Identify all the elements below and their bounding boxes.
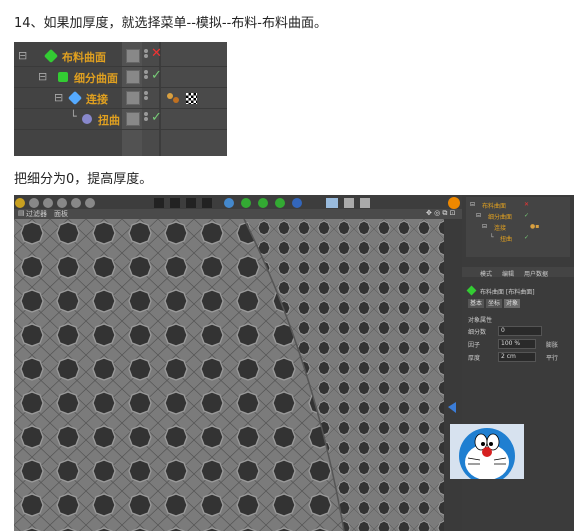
layer-tag-icon — [126, 70, 140, 84]
field-label-subdivisions: 细分数 — [468, 329, 487, 336]
mini-object-label: 连接 — [494, 225, 507, 232]
toolbar-icons[interactable] — [14, 196, 466, 210]
enabled-check-icon[interactable]: ✓ — [151, 68, 162, 83]
caption-text: 把细分为0，提高厚度。 — [14, 172, 153, 187]
mini-object-manager[interactable]: ⊟ 布料曲面 ⊟ 细分曲面 ⊟ 连接 └ 扭曲 ✕ ✓ ●▪ ✓ — [466, 197, 570, 257]
object-title: 布料曲面 [布料曲面] — [480, 289, 535, 296]
mini-object-label: 扭曲 — [500, 236, 513, 243]
cinema4d-screenshot: ▤ 过滤器 面板 ✥ ◎ ⧉ ⊡ ⊟ 布料曲面 ⊟ 细分曲面 ⊟ 连接 └ 扭曲… — [14, 195, 574, 531]
field-label-thickness: 厚度 — [468, 355, 481, 362]
doraemon-icon — [450, 424, 524, 479]
visibility-dots-icon[interactable] — [144, 91, 148, 103]
subdivision-icon — [58, 72, 68, 82]
tree-expand-icon[interactable]: ⊟ — [38, 70, 47, 83]
3d-viewport[interactable] — [14, 219, 462, 531]
visibility-dots-icon[interactable] — [144, 49, 148, 61]
checker-tag-icon[interactable] — [186, 93, 197, 104]
enabled-check-icon[interactable]: ✓ — [151, 110, 162, 125]
menu-filter[interactable]: 过滤器 — [26, 209, 47, 219]
enabled-check-icon[interactable]: ✓ — [524, 234, 529, 241]
cloth-surface-icon — [43, 48, 59, 64]
cloth-surface-icon — [466, 285, 477, 296]
step-text: 14、如果加厚度，就选择菜单--模拟--布料-布料曲面。 — [14, 16, 327, 31]
right-panel: ⊟ 布料曲面 ⊟ 细分曲面 ⊟ 连接 └ 扭曲 ✕ ✓ ●▪ ✓ 模式 编辑 用… — [462, 195, 574, 531]
cloth-surface-render[interactable] — [14, 219, 462, 531]
disabled-x-icon[interactable]: ✕ — [524, 201, 529, 208]
material-balls-icon[interactable]: ●▪ — [530, 223, 539, 230]
object-label: 连接 — [86, 93, 108, 106]
layer-tag-icon — [126, 91, 140, 105]
section-title: 对象属性 — [468, 317, 493, 324]
layer-tag-icon — [126, 112, 140, 126]
viewport-nav-icons[interactable]: ✥ ◎ ⧉ ⊡ — [426, 209, 456, 218]
panel-menubar[interactable]: ▤ 过滤器 面板 ✥ ◎ ⧉ ⊡ — [14, 209, 466, 219]
thickness-input[interactable]: 2 cm — [498, 352, 536, 362]
attribute-menu[interactable]: 模式 编辑 用户数据 — [462, 267, 574, 278]
attr-tab-mode[interactable]: 模式 — [480, 269, 492, 278]
layer-tag-icon — [126, 49, 140, 63]
object-row-subdivision[interactable]: ⊟ 细分曲面 ✓ — [14, 67, 227, 88]
attr-tab-userdata[interactable]: 用户数据 — [524, 269, 548, 278]
twist-icon — [82, 114, 92, 124]
subtab-object[interactable]: 对象 — [504, 299, 521, 308]
view-icon[interactable]: ▤ — [18, 209, 25, 217]
material-balls-icon[interactable] — [167, 93, 181, 103]
tree-branch-icon: └ — [70, 110, 77, 123]
subdivisions-input[interactable]: 0 — [498, 326, 542, 336]
object-manager-panel: ⊟ 布料曲面 ✕ ⊟ 细分曲面 ✓ ⊟ 连接 └ 扭曲 ✓ — [14, 42, 227, 156]
subtab-basic[interactable]: 基本 — [468, 299, 485, 308]
object-row-twist[interactable]: └ 扭曲 ✓ — [14, 109, 227, 130]
object-label: 细分曲面 — [74, 72, 118, 85]
main-toolbar[interactable] — [14, 195, 466, 209]
mini-object-label: 布料曲面 — [482, 203, 507, 210]
object-row-connect[interactable]: ⊟ 连接 — [14, 88, 227, 109]
object-row-cloth-surface[interactable]: ⊟ 布料曲面 ✕ — [14, 46, 227, 67]
doraemon-watermark-image — [450, 424, 524, 479]
factor-input[interactable]: 100 % — [498, 339, 536, 349]
tree-expand-icon[interactable]: ⊟ — [54, 91, 63, 104]
parallel-checkbox-label[interactable]: 平行 — [546, 353, 558, 362]
menu-panel[interactable]: 面板 — [54, 209, 68, 219]
enabled-check-icon[interactable]: ✓ — [524, 212, 529, 219]
object-label: 布料曲面 — [62, 51, 106, 64]
connect-icon — [67, 90, 83, 106]
object-label: 扭曲 — [98, 114, 120, 127]
attr-tab-edit[interactable]: 编辑 — [502, 269, 514, 278]
mini-object-label: 细分曲面 — [488, 214, 513, 221]
visibility-dots-icon[interactable] — [144, 70, 148, 82]
disabled-x-icon[interactable]: ✕ — [151, 46, 162, 61]
subtab-coord[interactable]: 坐标 — [486, 299, 503, 308]
inflate-checkbox-label[interactable]: 膨胀 — [546, 340, 558, 349]
visibility-dots-icon[interactable] — [144, 112, 148, 124]
field-label-factor: 因子 — [468, 342, 481, 349]
tree-expand-icon[interactable]: ⊟ — [18, 49, 27, 62]
